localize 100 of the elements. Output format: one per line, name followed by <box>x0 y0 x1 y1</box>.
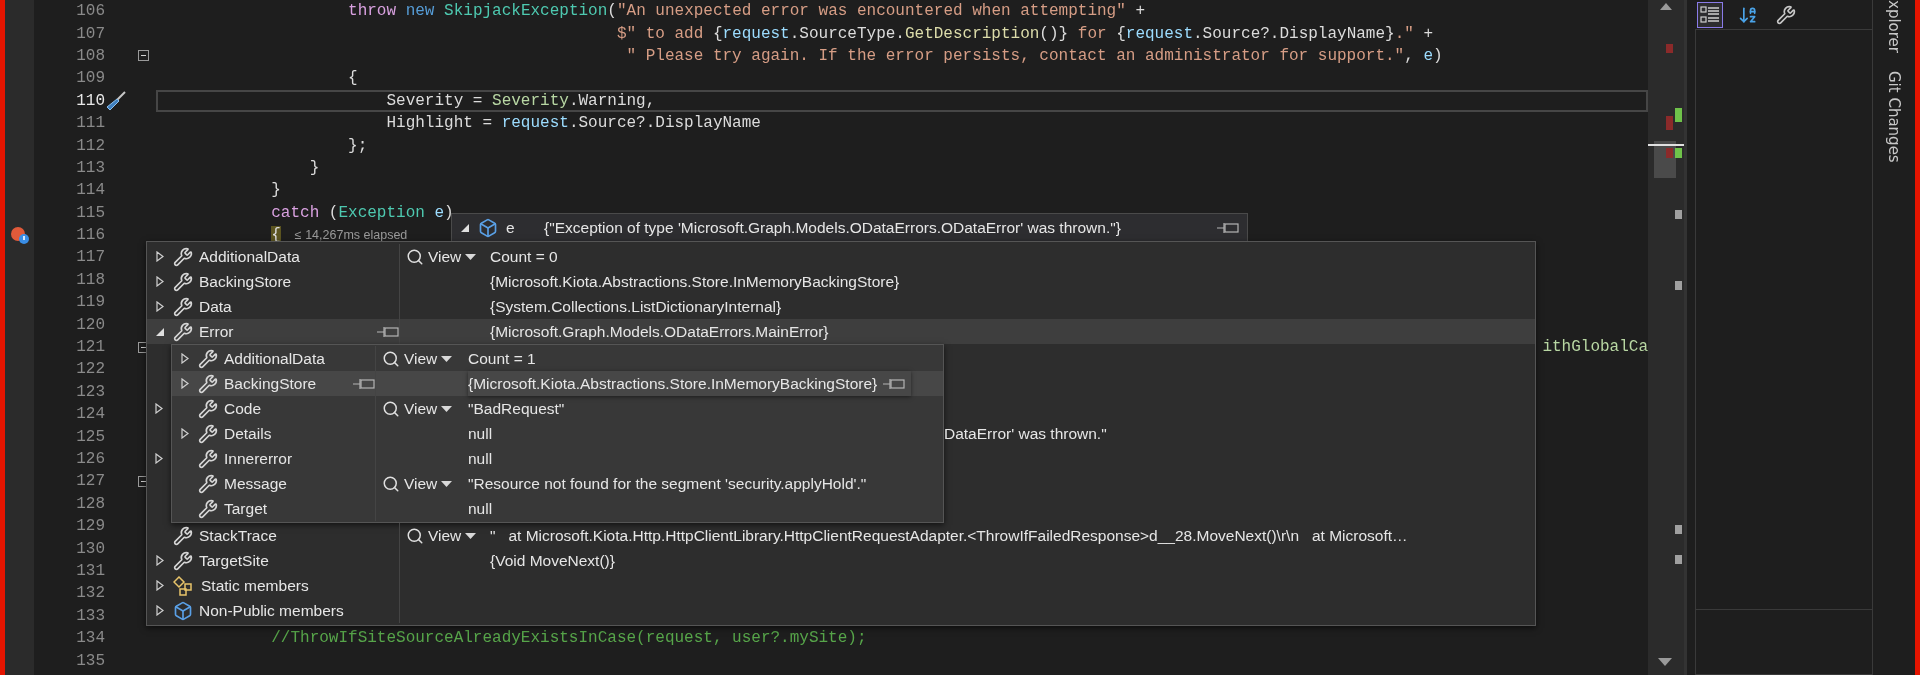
expand-arrow-icon[interactable] <box>156 555 164 566</box>
perf-tip: ≤ 14,267ms elapsed <box>294 228 408 243</box>
line-number: 120 <box>75 315 105 334</box>
view-button[interactable]: View <box>380 474 455 493</box>
view-button[interactable]: View <box>380 349 455 368</box>
pin-icon[interactable] <box>1217 221 1239 234</box>
datatip-row[interactable]: Target null <box>172 496 943 521</box>
expand-arrow-icon[interactable] <box>156 580 164 591</box>
code-line: throw new SkipjackException("An unexpected error was encountered when attempting" + <box>347 2 1146 21</box>
datatip-row[interactable]: BackingStore {Microsoft.Kiota.Abstractions.Store.InMemoryBackingStore} <box>172 371 943 396</box>
property-value: DataError' was thrown." <box>944 424 1107 443</box>
expand-arrow-icon[interactable] <box>156 605 164 616</box>
search-icon <box>382 399 400 418</box>
side-tab[interactable]: xplorer <box>1885 0 1903 53</box>
expand-arrow-icon[interactable] <box>155 403 163 414</box>
side-tab[interactable]: Git Changes <box>1885 71 1903 163</box>
wrench-icon <box>198 423 218 444</box>
line-number: 113 <box>75 158 105 177</box>
wrench-icon <box>198 373 218 394</box>
datatip-row[interactable]: Innererror null <box>172 446 943 471</box>
datatip-row[interactable]: AdditionalData View Count = 0 <box>147 244 1535 269</box>
view-button[interactable]: View <box>404 526 479 545</box>
code-fragment: ithGlobalCa <box>1542 338 1648 357</box>
wrench-icon <box>173 271 193 292</box>
expand-arrow-icon[interactable] <box>181 353 189 364</box>
wrench-icon <box>198 498 218 519</box>
screwdriver-icon[interactable] <box>105 90 127 111</box>
wrench-icon <box>173 525 193 546</box>
line-number: 128 <box>75 494 105 513</box>
code-line: { <box>347 69 358 88</box>
line-number: 119 <box>75 293 105 312</box>
caret-icon <box>441 405 453 412</box>
datatip-row[interactable]: StackTrace View " at Microsoft.Kiota.Http.HttpClientLibrary.HttpClientRequestAdapter.<ThrowIfFailedResponse>d__28.MoveNext()\r\n at Microsoft… <box>147 523 1535 548</box>
property-name: StackTrace <box>199 526 278 545</box>
datatip-row[interactable]: Error {Microsoft.Graph.Models.ODataErrors.MainError} <box>147 319 1535 344</box>
datatip-row[interactable]: TargetSite {Void MoveNext()} <box>147 548 1535 573</box>
line-number: 135 <box>75 651 105 670</box>
line-number: 116 <box>75 226 105 245</box>
datatip-row[interactable]: Code View "BadRequest" <box>172 396 943 421</box>
code-line: " Please try again. If the error persists, contact an administrator for support.", e) <box>625 46 1443 65</box>
line-number: 121 <box>75 338 105 357</box>
property-value: null <box>468 424 493 443</box>
code-line: catch (Exception e) <box>270 203 454 222</box>
property-name: Static members <box>201 576 310 595</box>
pin-icon[interactable] <box>377 325 399 338</box>
expand-arrow-icon[interactable] <box>156 251 164 262</box>
property-name: BackingStore <box>199 272 293 291</box>
categorized-list-icon <box>1700 4 1720 25</box>
expand-arrow-icon[interactable] <box>156 276 164 287</box>
view-button[interactable]: View <box>404 247 479 266</box>
pin-icon[interactable] <box>883 377 906 390</box>
property-value: {Microsoft.Kiota.Abstractions.Store.InMemoryBackingStore} <box>468 371 912 396</box>
collapse-arrow-icon[interactable] <box>460 222 470 233</box>
line-number: 132 <box>75 584 105 603</box>
property-value: "BadRequest" <box>468 399 565 418</box>
line-number: 133 <box>75 606 105 625</box>
line-number: 110 <box>75 91 105 110</box>
scrollbar[interactable] <box>1648 0 1684 675</box>
expand-arrow-icon[interactable] <box>181 428 189 439</box>
cube-icon <box>173 600 193 621</box>
line-number: 123 <box>75 382 105 401</box>
property-name: Message <box>224 474 288 493</box>
expand-arrow-icon[interactable] <box>181 378 189 389</box>
property-name: Error <box>199 322 235 341</box>
line-number: 117 <box>75 248 105 267</box>
wrench-icon <box>198 398 218 419</box>
search-icon <box>406 526 424 545</box>
line-number: 107 <box>75 24 105 43</box>
code-line: Highlight = request.Source?.DisplayName <box>385 114 761 133</box>
wrench-icon <box>173 321 193 342</box>
property-value: Count = 1 <box>468 349 536 368</box>
datatip-row[interactable]: Static members <box>147 573 1535 598</box>
datatip-row[interactable]: Details null <box>172 421 943 446</box>
wrench-icon <box>198 473 218 494</box>
collapse-arrow-icon[interactable] <box>155 326 165 337</box>
line-number: 134 <box>75 629 105 648</box>
property-name: Code <box>224 399 263 418</box>
toolbar-button[interactable] <box>1697 1 1723 28</box>
caret-icon <box>465 532 477 539</box>
property-name: AdditionalData <box>224 349 326 368</box>
expand-arrow-icon[interactable] <box>156 301 164 312</box>
code-line: } <box>270 181 281 200</box>
line-number: 114 <box>75 181 105 200</box>
view-button[interactable]: View <box>380 399 455 418</box>
datatip-row[interactable]: BackingStore {Microsoft.Kiota.Abstractions.Store.InMemoryBackingStore} <box>147 269 1535 294</box>
datatip-row[interactable]: Message View "Resource not found for the segment 'security.applyHold'." <box>172 471 943 496</box>
property-name: Innererror <box>224 449 294 468</box>
property-name: AdditionalData <box>199 247 301 266</box>
expand-arrow-icon[interactable] <box>155 453 163 464</box>
exception-icon[interactable] <box>9 225 30 246</box>
line-number: 126 <box>75 450 105 468</box>
cube-icon <box>478 217 498 238</box>
collapse-icon[interactable] <box>138 50 149 62</box>
line-number: 125 <box>75 427 105 446</box>
property-value: Count = 0 <box>490 247 558 266</box>
wrench-icon <box>198 348 218 369</box>
property-name: TargetSite <box>199 551 270 570</box>
pin-icon[interactable] <box>353 377 375 390</box>
wrench-icon <box>198 448 218 469</box>
datatip-row[interactable]: Non-Public members <box>147 598 1535 623</box>
